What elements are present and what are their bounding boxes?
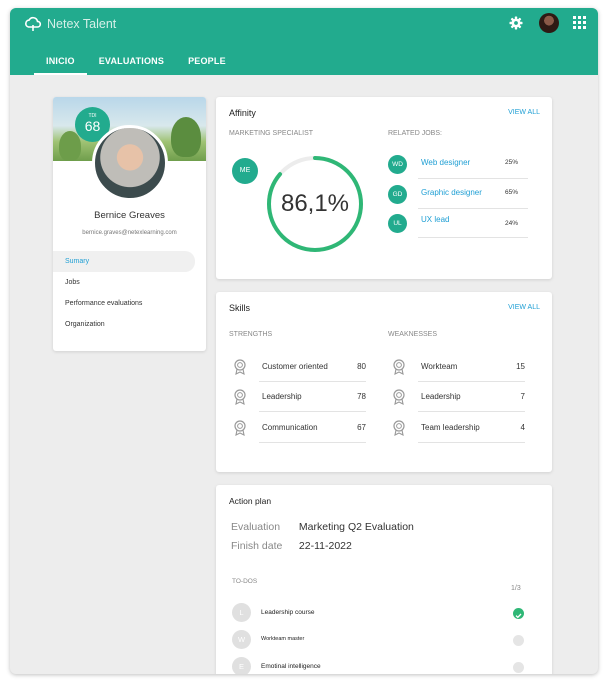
todos-label: TO-DOS [232,578,258,585]
brand[interactable]: Netex Talent [24,16,116,32]
medal-icon [393,420,405,436]
medal-icon [393,389,405,405]
related-jobs-label: RELATED JOBS: [388,130,442,137]
related-job-row: WD Web designer 25% [388,151,528,180]
todo-name: Emotinal intelligence [261,663,321,670]
weaknesses-label: WEAKNESSES [388,331,438,338]
tab-people[interactable]: PEOPLE [176,55,238,75]
job-link-web-designer[interactable]: Web designer [421,158,470,167]
job-initials-badge: WD [388,155,407,174]
profile-email: bernice.graves@netexlearning.com [82,230,177,236]
strength-row: Communication 67 [229,415,366,445]
affinity-percentage: 86,1% [280,190,350,217]
job-percentage: 25% [505,159,519,166]
profile-menu-performance-evaluations[interactable]: Performance evaluations [53,293,206,314]
weakness-row: Workteam 15 [388,354,525,384]
job-percentage: 24% [505,220,519,227]
strength-row: Leadership 78 [229,384,366,414]
skills-view-all-link[interactable]: VIEW ALL [508,304,540,311]
medal-icon [234,359,246,375]
user-avatar[interactable] [539,13,559,33]
todo-name: Workteam master [261,636,305,642]
strengths-label: STRENGTHS [229,331,273,338]
tab-inicio[interactable]: INICIO [34,55,87,75]
todo-name: Leadership course [261,609,315,616]
job-percentage: 65% [505,189,519,196]
evaluation-row: Evaluation Marketing Q2 Evaluation [231,521,414,533]
skill-name: Leadership [262,392,302,401]
affinity-card: Affinity VIEW ALL MARKETING SPECIALIST M… [216,97,552,279]
skill-name: Team leadership [421,423,480,432]
related-job-row: GD Graphic designer 65% [388,181,528,210]
medal-icon [234,420,246,436]
skill-name: Workteam [421,362,458,371]
todo-initial: L [232,603,251,622]
skills-title: Skills [229,303,251,313]
todo-check-icon[interactable] [513,662,524,673]
todo-item: E Emotinal intelligence [232,657,532,674]
medal-icon [234,389,246,405]
job-initials-badge: GD [388,185,407,204]
skill-name: Communication [262,423,318,432]
job-initials-badge: UL [388,214,407,233]
profile-menu-organization[interactable]: Organization [53,314,206,335]
todo-check-icon[interactable] [513,608,524,619]
action-plan-title: Action plan [229,496,272,506]
job-link-graphic-designer[interactable]: Graphic designer [421,188,482,197]
skill-value: 78 [357,392,366,401]
skill-value: 4 [520,423,525,432]
todo-item: W Workteam master [232,630,532,652]
skill-value: 67 [357,423,366,432]
strength-row: Customer oriented 80 [229,354,366,384]
profile-name: Bernice Greaves [94,210,165,221]
todo-initial: W [232,630,251,649]
related-job-row: UL UX lead 24% [388,210,528,239]
main-tabs: INICIO EVALUATIONS PEOPLE [34,55,238,75]
skill-name: Customer oriented [262,362,328,371]
finish-date-key: Finish date [231,540,283,552]
app-title: Netex Talent [47,17,117,31]
top-bar: Netex Talent INICIO EVALUATIONS PEOPLE [10,8,598,75]
todos-count: 1/3 [511,585,521,592]
tab-evaluations[interactable]: EVALUATIONS [87,55,176,75]
profile-card: TDI 68 Bernice Greaves bernice.graves@ne… [53,97,206,351]
finish-date-value: 22-11-2022 [298,540,352,552]
job-link-ux-lead[interactable]: UX lead [421,215,449,224]
finish-date-row: Finish date 22-11-2022 [231,540,352,552]
weakness-row: Leadership 7 [388,384,525,414]
skill-value: 15 [516,362,525,371]
skill-value: 80 [357,362,366,371]
skills-card: Skills VIEW ALL STRENGTHS WEAKNESSES Cus… [216,292,552,472]
todo-initial: E [232,657,251,674]
app-window: Netex Talent INICIO EVALUATIONS PEOPLE T… [10,8,598,674]
profile-photo [92,125,168,201]
role-initials-badge: ME [232,158,258,184]
medal-icon [393,359,405,375]
action-plan-card: Action plan Evaluation Marketing Q2 Eval… [216,485,552,674]
affinity-title: Affinity [229,108,256,118]
apps-grid-icon[interactable] [573,16,586,29]
profile-menu: Sumary Jobs Performance evaluations Orga… [53,251,206,335]
cloud-logo-icon [25,16,42,31]
weakness-row: Team leadership 4 [388,415,525,445]
evaluation-value: Marketing Q2 Evaluation [298,521,414,533]
affinity-view-all-link[interactable]: VIEW ALL [508,109,540,116]
role-label: MARKETING SPECIALIST [229,130,314,137]
skill-name: Leadership [421,392,461,401]
todo-item: L Leadership course [232,603,532,625]
todo-check-icon[interactable] [513,635,524,646]
profile-menu-summary[interactable]: Sumary [53,251,195,272]
profile-menu-jobs[interactable]: Jobs [53,272,206,293]
skill-value: 7 [520,392,525,401]
gear-icon[interactable] [509,16,523,30]
evaluation-key: Evaluation [231,521,281,533]
